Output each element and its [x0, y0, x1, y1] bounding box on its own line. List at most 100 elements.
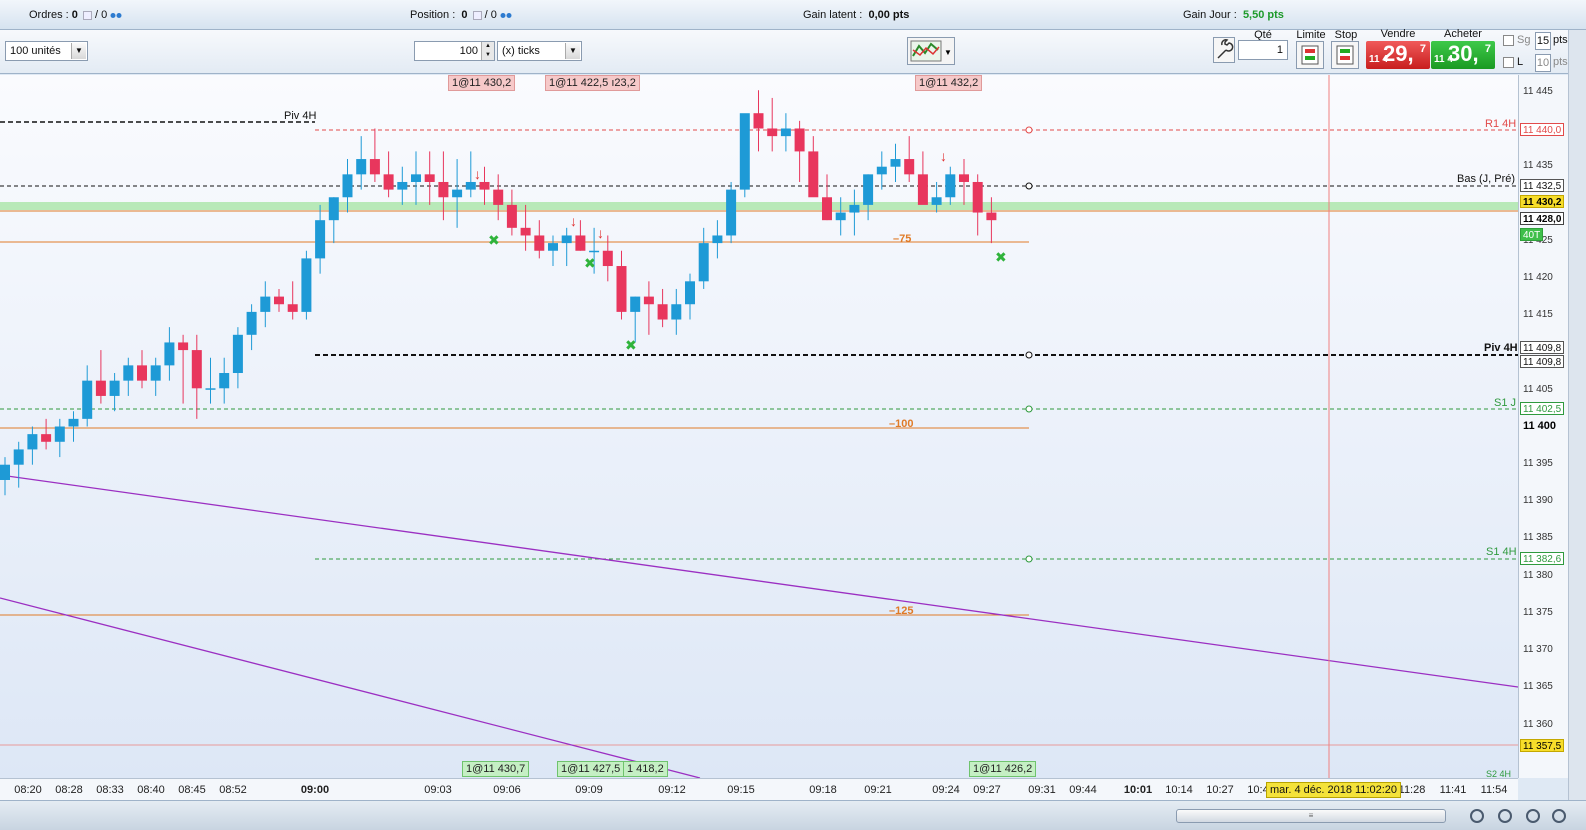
l-label: L	[1517, 56, 1524, 68]
buy-order-tag[interactable]: 1@11 430,7	[462, 761, 530, 777]
candle-body	[13, 449, 24, 465]
s14h-label: S1 4H	[1486, 546, 1517, 558]
buy-price-main: 30,	[1448, 41, 1479, 66]
x-tick: 11:41	[1439, 784, 1467, 796]
day-gain: Gain Jour : 5,50 pts	[1183, 9, 1284, 21]
candle-body	[534, 235, 545, 251]
r1-handle[interactable]	[1025, 126, 1033, 134]
price-axis[interactable]: 11 445 11 435 11 425 11 420 11 415 11 40…	[1518, 75, 1568, 778]
sg-label: Sg	[1517, 34, 1531, 46]
y-tick: 11 370	[1523, 644, 1553, 655]
stop-order-button[interactable]	[1331, 41, 1359, 69]
buy-order-tag[interactable]: 1@11 426,2	[969, 761, 1037, 777]
last-price-tag: 11 428,0	[1520, 212, 1565, 225]
units-select[interactable]: 100 unités ▼	[5, 41, 88, 61]
x-tick: 08:40	[137, 784, 165, 796]
buy-button[interactable]: 11 4 30, 7	[1431, 41, 1495, 69]
sell-order-tag[interactable]: 1@11 430,2	[448, 75, 516, 91]
candle-body	[506, 204, 517, 228]
qty-input[interactable]: 1	[1238, 40, 1288, 60]
l-input[interactable]: 10	[1535, 54, 1551, 72]
buy-order-tag[interactable]: 1@11 427,5	[557, 761, 625, 777]
x-tick: 10:27	[1206, 784, 1234, 796]
bas-handle[interactable]	[1025, 182, 1033, 190]
x-tick: 09:18	[809, 784, 837, 796]
zoom-fit-icon[interactable]	[1526, 809, 1540, 823]
candle-body	[876, 166, 887, 175]
close-position-icon[interactable]	[472, 10, 482, 20]
limit-order-button[interactable]	[1296, 41, 1324, 69]
zoom-in-icon[interactable]	[1498, 809, 1512, 823]
bas-price-tag: 11 432,5	[1520, 179, 1565, 192]
buy-price-last: 7	[1484, 43, 1491, 55]
candle-body	[164, 342, 175, 366]
candle-body	[959, 174, 969, 182]
gear-icon[interactable]	[500, 11, 512, 20]
s1j-label: S1 J	[1494, 397, 1517, 409]
chart-style-button[interactable]: ▼	[907, 37, 955, 65]
svg-text:▼: ▼	[944, 48, 952, 57]
buy-order-tag[interactable]: 1 418,2	[623, 761, 668, 777]
candle-body	[986, 212, 997, 221]
trendline-1[interactable]	[0, 474, 1518, 688]
gear-icon[interactable]	[110, 11, 122, 20]
candle-body	[356, 159, 367, 175]
candle-body	[602, 250, 613, 267]
scroll-thumb[interactable]: ≡	[1176, 809, 1446, 823]
ticks-stepper[interactable]: 100 ▲ ▼	[414, 41, 495, 61]
zoom-reset-icon[interactable]	[1552, 809, 1566, 823]
s24h-label: S2 4H	[1486, 769, 1512, 778]
horizontal-scrollbar[interactable]: ≡	[0, 800, 1586, 830]
sg-unit: pts	[1553, 34, 1568, 46]
candle-body	[917, 174, 928, 205]
candle-body	[0, 464, 10, 480]
price-chart[interactable]: ✖ ✖ ✖ ✖ ↓ ↓ ↓ ↓ Piv 4H R1 4H Bas (J, Pré…	[0, 75, 1518, 778]
candle-body	[698, 243, 709, 282]
candle-body	[315, 220, 326, 259]
sg-input[interactable]: 15	[1535, 32, 1551, 50]
y-tick: 11 380	[1523, 570, 1553, 581]
candle-body	[383, 174, 394, 190]
l-checkbox[interactable]	[1503, 57, 1514, 68]
sell-order-tag[interactable]: 1@11 432,2	[915, 75, 983, 91]
s2-price-tag: 11 357,5	[1520, 739, 1565, 752]
candle-body	[657, 304, 668, 320]
sg-checkbox[interactable]	[1503, 35, 1514, 46]
minus100-label: –100	[889, 418, 914, 430]
stepper-arrows-icon[interactable]: ▲ ▼	[481, 42, 494, 60]
current-price-tag: 11 430,2	[1520, 195, 1565, 208]
chevron-down-icon[interactable]: ▼	[71, 43, 86, 59]
candle-body	[82, 380, 93, 419]
wrench-button[interactable]	[1213, 37, 1235, 63]
orders-count: 0	[71, 9, 78, 21]
candle-body	[424, 174, 435, 182]
y-tick: 11 365	[1523, 681, 1553, 692]
zoom-out-icon[interactable]	[1470, 809, 1484, 823]
cancel-orders-icon[interactable]	[82, 10, 92, 20]
chevron-down-icon[interactable]: ▼	[565, 43, 580, 59]
candle-body	[109, 380, 120, 396]
time-axis[interactable]: 08:20 08:28 08:33 08:40 08:45 08:52 09:0…	[0, 778, 1518, 800]
candle-body	[27, 434, 38, 450]
r1-label: R1 4H	[1485, 118, 1517, 130]
x-tick: 09:06	[493, 784, 521, 796]
chart-canvas[interactable]: ✖ ✖ ✖ ✖ ↓ ↓ ↓ ↓	[0, 75, 1518, 778]
ticks-unit-select[interactable]: (x) ticks ▼	[497, 41, 582, 61]
trendline-2[interactable]	[0, 597, 701, 778]
piv4h-handle[interactable]	[1025, 351, 1033, 359]
candle-body	[780, 128, 791, 137]
position-count2: / 0	[484, 9, 497, 21]
s1j-handle[interactable]	[1025, 405, 1033, 413]
s14h-handle[interactable]	[1025, 555, 1033, 563]
vertical-scrollbar[interactable]	[1568, 30, 1586, 800]
sell-arrow-icon: ↓	[597, 225, 604, 241]
position-status[interactable]: Position : 0 / 0	[410, 9, 512, 21]
candle-body	[137, 365, 147, 381]
sell-order-tag[interactable]: 1@11 422,5 ı‌23,2	[545, 75, 640, 91]
ticks-unit-value: (x) ticks	[502, 45, 540, 57]
spread-band	[0, 202, 1518, 210]
candle-body	[904, 159, 915, 175]
orders-status[interactable]: Ordres : 0 / 0	[29, 9, 122, 21]
sell-button[interactable]: 11 4 29, 7	[1366, 41, 1430, 69]
candle-body	[548, 243, 558, 251]
